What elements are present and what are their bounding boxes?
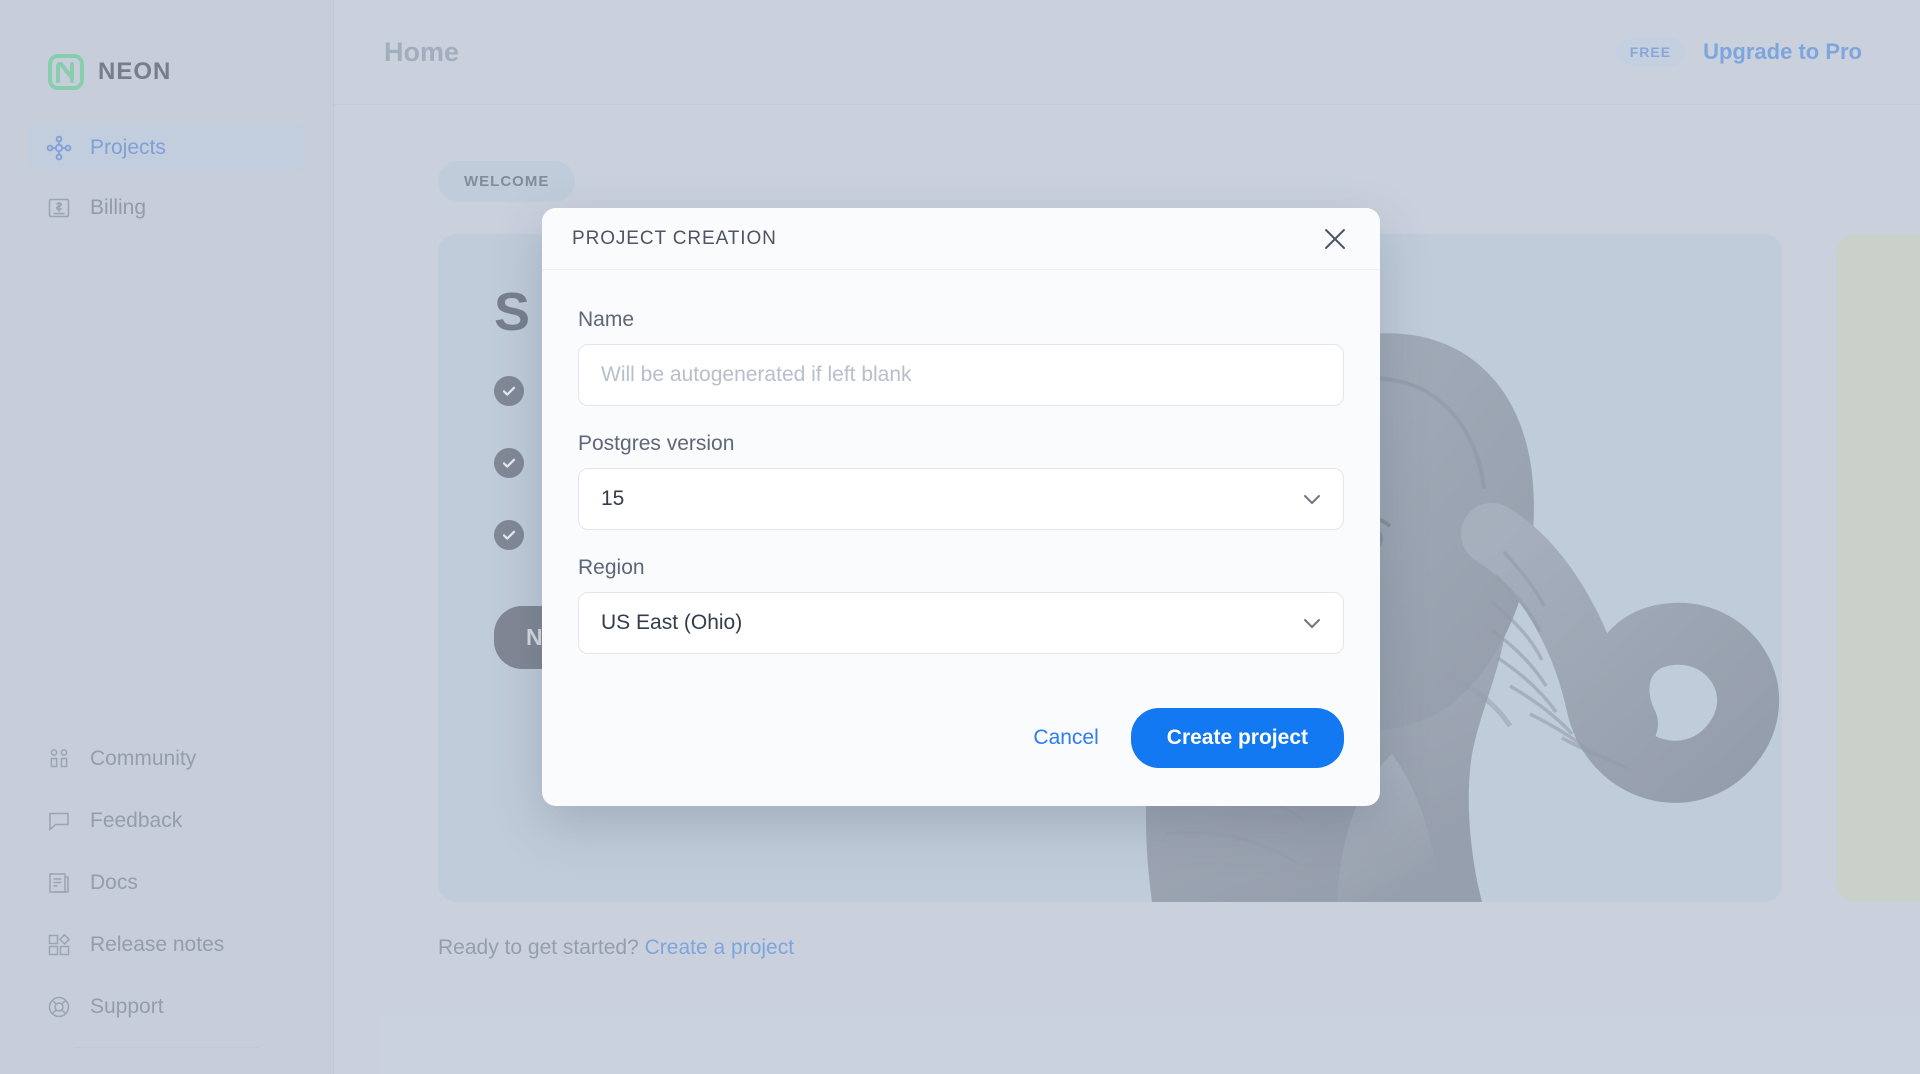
field-postgres-version: Postgres version 15 — [578, 432, 1344, 530]
name-input[interactable] — [578, 344, 1344, 406]
modal-header: PROJECT CREATION — [542, 208, 1380, 270]
modal-title: PROJECT CREATION — [572, 227, 777, 249]
postgres-version-label: Postgres version — [578, 432, 735, 455]
postgres-version-select[interactable]: 15 — [578, 468, 1344, 530]
cancel-button[interactable]: Cancel — [1029, 716, 1102, 760]
chevron-down-icon — [1301, 488, 1323, 510]
modal-body: Name Postgres version 15 Region US — [542, 270, 1380, 690]
close-icon[interactable] — [1318, 222, 1352, 256]
chevron-down-icon — [1301, 612, 1323, 634]
region-value: US East (Ohio) — [601, 611, 743, 634]
field-name: Name — [578, 308, 1344, 406]
project-creation-modal: PROJECT CREATION Name Postgres version 1… — [542, 208, 1380, 806]
modal-footer: Cancel Create project — [542, 690, 1380, 806]
region-label: Region — [578, 556, 645, 579]
region-select[interactable]: US East (Ohio) — [578, 592, 1344, 654]
postgres-version-value: 15 — [601, 487, 625, 510]
name-label: Name — [578, 308, 635, 331]
create-project-button[interactable]: Create project — [1130, 708, 1344, 768]
app-root: NEON Projects Billing Community Feedback… — [0, 0, 1920, 1074]
field-region: Region US East (Ohio) — [578, 556, 1344, 654]
